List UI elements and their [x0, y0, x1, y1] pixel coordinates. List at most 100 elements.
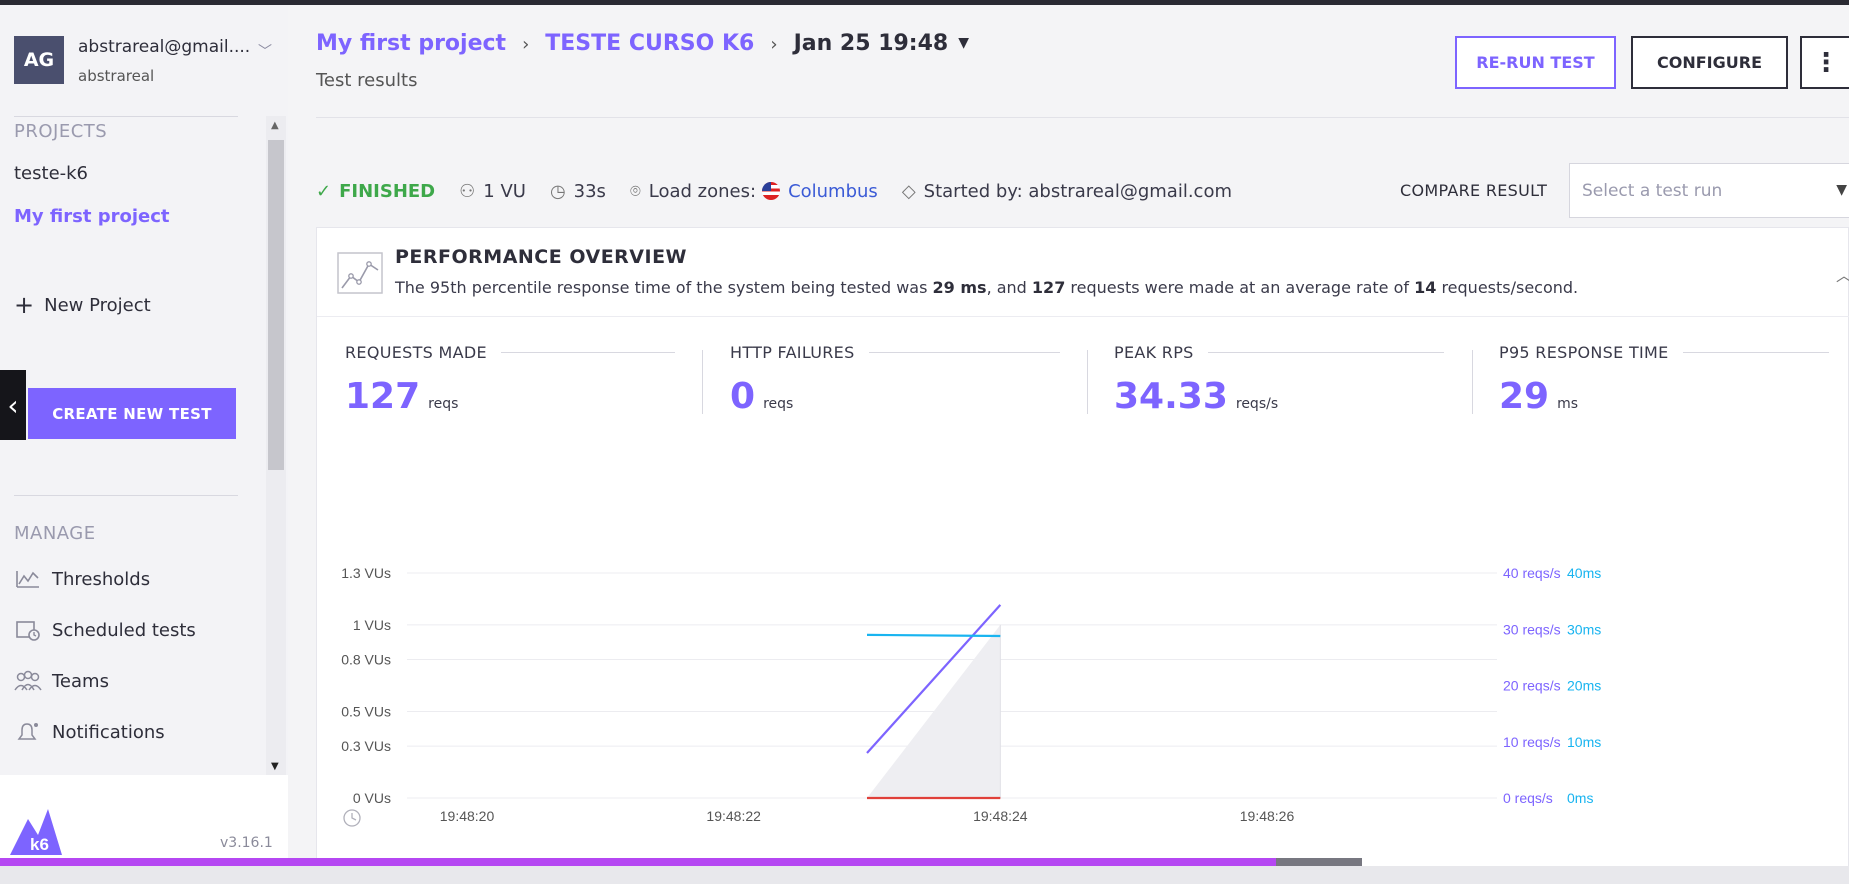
- performance-chart[interactable]: 1.3 VUs 1 VUs 0.8 VUs 0.5 VUs 0.3 VUs 0 VUs 40…: [317, 528, 1849, 884]
- x-tick-label: 19:48:24: [973, 808, 1028, 824]
- y2-tick-label: 20 reqs/s: [1503, 678, 1561, 694]
- avatar: AG: [14, 36, 64, 84]
- svg-text:k6: k6: [30, 835, 49, 854]
- caret-down-icon: ▼: [1836, 182, 1847, 198]
- y3-tick-label: 20ms: [1567, 678, 1601, 694]
- bell-icon: [14, 721, 42, 743]
- x-tick-label: 19:48:26: [1240, 808, 1295, 824]
- sidebar: AG abstrareal@gmail.... abstrareal ﹀ PRO…: [0, 5, 288, 884]
- diamond-icon: ◇: [901, 180, 916, 202]
- metric-value: 127: [345, 376, 421, 417]
- progress-fill: [0, 858, 1276, 866]
- metric-label: PEAK RPS: [1114, 343, 1194, 362]
- y3-tick-label: 30ms: [1567, 621, 1601, 637]
- y3-tick-label: 40ms: [1567, 565, 1601, 581]
- divider: [316, 117, 1849, 118]
- y-tick-label: 0.8 VUs: [341, 652, 391, 668]
- run-date-selector[interactable]: Jan 25 19:48: [794, 31, 949, 56]
- y-tick-label: 0.5 VUs: [341, 703, 391, 719]
- account-username: abstrareal: [78, 67, 155, 85]
- new-project-button[interactable]: + New Project: [14, 291, 151, 319]
- user-icon: ⚇: [459, 180, 476, 202]
- account-email: abstrareal@gmail....: [78, 37, 251, 57]
- overview-description: The 95th percentile response time of the…: [395, 278, 1579, 297]
- thresholds-icon: [14, 568, 42, 590]
- metric-peak-rps: PEAK RPS 34.33 reqs/s: [1114, 343, 1444, 417]
- breadcrumb-project[interactable]: My first project: [316, 31, 506, 56]
- y-tick-label: 1.3 VUs: [341, 565, 391, 581]
- load-zones-label: Load zones:: [648, 180, 757, 202]
- configure-button[interactable]: CONFIGURE: [1631, 36, 1788, 89]
- breadcrumb: My first project › TESTE CURSO K6 › Jan 25 1…: [316, 31, 969, 56]
- duration-info: ◷ 33s: [550, 181, 606, 202]
- version-label: v3.16.1: [220, 835, 273, 851]
- started-by-text: Started by: abstrareal@gmail.com: [923, 180, 1232, 202]
- chevron-right-icon: ›: [770, 34, 778, 55]
- video-progress-bar[interactable]: [0, 858, 1849, 866]
- sidebar-item-scheduled-tests[interactable]: Scheduled tests: [14, 619, 196, 641]
- compare-test-run-select[interactable]: Select a test run ▼: [1569, 163, 1849, 218]
- scroll-up-icon[interactable]: ▲: [271, 120, 279, 131]
- x-tick-label: 19:48:22: [706, 808, 761, 824]
- main-content: My first project › TESTE CURSO K6 › Jan 25 1…: [288, 5, 1849, 884]
- check-circle-icon: ✓: [316, 180, 332, 202]
- y2-tick-label: 0 reqs/s: [1503, 790, 1553, 806]
- metric-unit: reqs: [763, 396, 794, 412]
- sidebar-item-teams[interactable]: Teams: [14, 670, 109, 692]
- metric-http-failures: HTTP FAILURES 0 reqs: [730, 343, 1060, 417]
- sidebar-scrollbar[interactable]: ▲ ▼: [266, 116, 286, 776]
- test-status-bar: ✓ FINISHED ⚇ 1 VU ◷ 33s ⌾ Load zones: Columbu…: [316, 175, 1256, 207]
- divider: [14, 495, 238, 496]
- compare-placeholder: Select a test run: [1582, 180, 1723, 201]
- metric-value: 29: [1499, 376, 1550, 417]
- sidebar-item-thresholds[interactable]: Thresholds: [14, 568, 150, 590]
- calendar-clock-icon: [14, 619, 42, 641]
- sidebar-item-notifications[interactable]: Notifications: [14, 721, 165, 743]
- performance-overview-header[interactable]: PERFORMANCE OVERVIEW The 95th percentile…: [317, 228, 1849, 317]
- location-pin-icon: ⌾: [629, 180, 641, 202]
- page-subtitle: Test results: [316, 70, 418, 91]
- new-project-label: New Project: [44, 295, 151, 316]
- scroll-down-icon[interactable]: ▼: [271, 761, 279, 772]
- plus-icon: +: [14, 291, 35, 319]
- teams-icon: [14, 670, 42, 692]
- series-line-ms-1: [866, 633, 1001, 638]
- status-text: FINISHED: [339, 180, 436, 202]
- vus-info: ⚇ 1 VU: [459, 181, 526, 202]
- metric-label: REQUESTS MADE: [345, 343, 487, 362]
- y-tick-label: 1 VUs: [353, 617, 391, 633]
- divider: [14, 116, 238, 117]
- metric-p95-response-time: P95 RESPONSE TIME 29 ms: [1499, 343, 1829, 417]
- create-new-test-button[interactable]: CREATE NEW TEST: [28, 388, 236, 439]
- load-zones-info: ⌾ Load zones: Columbus: [630, 181, 878, 202]
- y2-tick-label: 30 reqs/s: [1503, 621, 1561, 637]
- more-options-icon[interactable]: ⋮: [1800, 36, 1849, 89]
- status-badge: ✓ FINISHED: [316, 181, 435, 202]
- k6-logo-icon[interactable]: k6: [8, 805, 64, 857]
- divider: [1087, 350, 1088, 414]
- load-zone-city[interactable]: Columbus: [788, 181, 878, 202]
- collapse-sidebar-button[interactable]: ‹: [0, 370, 26, 440]
- scrollbar-thumb[interactable]: [268, 140, 284, 470]
- metric-unit: reqs: [428, 396, 459, 412]
- y3-tick-label: 0ms: [1567, 790, 1593, 806]
- metric-label: P95 RESPONSE TIME: [1499, 343, 1669, 362]
- account-switcher[interactable]: AG abstrareal@gmail.... abstrareal ﹀: [14, 33, 274, 89]
- sidebar-item-label: Notifications: [52, 721, 165, 743]
- performance-overview-card: PERFORMANCE OVERVIEW The 95th percentile…: [316, 227, 1849, 884]
- duration-text: 33s: [573, 180, 606, 202]
- sidebar-item-label: Scheduled tests: [52, 619, 196, 641]
- y-tick-label: 0 VUs: [353, 790, 391, 806]
- vus-text: 1 VU: [483, 180, 526, 202]
- sidebar-item-my-first-project[interactable]: My first project: [14, 206, 170, 227]
- sidebar-item-teste-k6[interactable]: teste-k6: [14, 163, 88, 184]
- breadcrumb-test[interactable]: TESTE CURSO K6: [545, 31, 754, 56]
- caret-down-icon[interactable]: ▼: [958, 35, 969, 51]
- chevron-up-icon[interactable]: ︿: [1836, 262, 1849, 286]
- timer-icon: ◷: [549, 180, 566, 202]
- metric-value: 34.33: [1114, 376, 1228, 417]
- rerun-test-button[interactable]: RE-RUN TEST: [1455, 36, 1616, 89]
- y3-tick-label: 10ms: [1567, 734, 1601, 750]
- metric-requests-made: REQUESTS MADE 127 reqs: [345, 343, 675, 417]
- chevron-down-icon[interactable]: ﹀: [258, 41, 272, 61]
